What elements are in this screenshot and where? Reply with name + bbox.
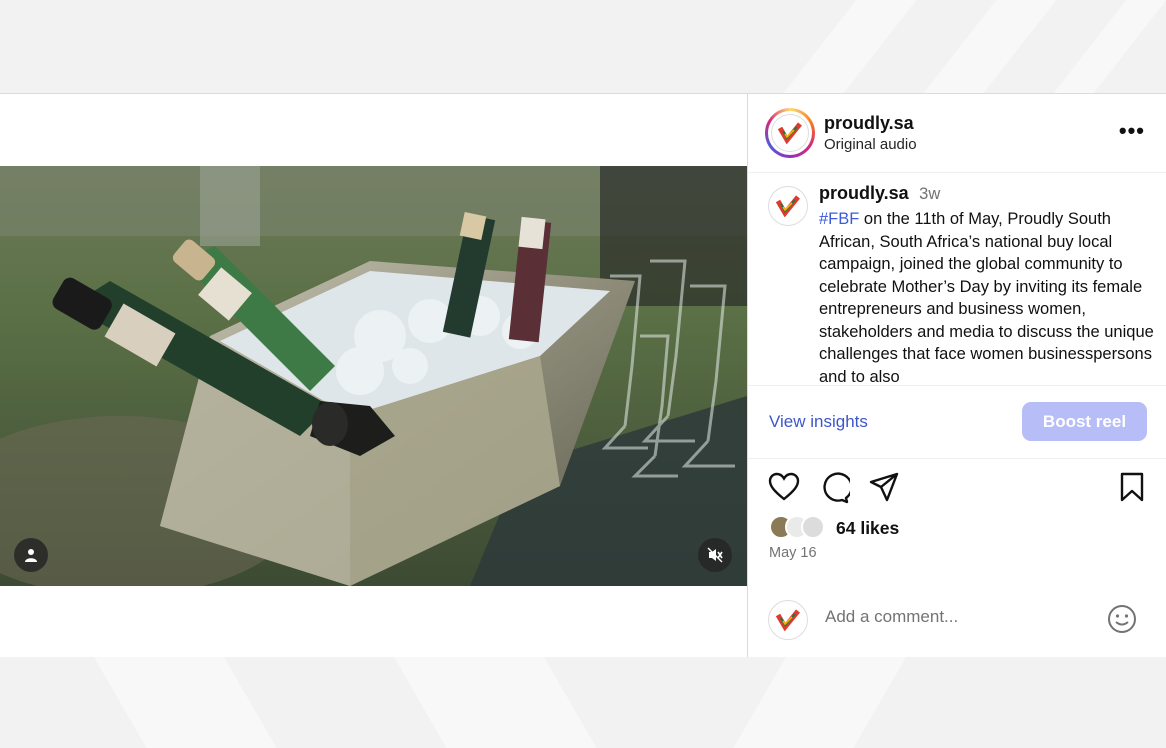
user-icon (24, 548, 38, 562)
caption-avatar[interactable] (768, 186, 808, 226)
background-stripe (93, 656, 277, 748)
boost-reel-button[interactable]: Boost reel (1022, 402, 1147, 441)
proudly-sa-logo-icon (776, 609, 800, 631)
background-stripe (923, 0, 1057, 93)
caption-header: proudly.sa 3w (819, 183, 940, 204)
media-pane (0, 94, 747, 657)
video-frame-illustration (0, 166, 747, 586)
profile-avatar[interactable] (765, 108, 815, 158)
caption-time: 3w (919, 185, 941, 203)
caption-text: #FBF on the 11th of May, Proudly South A… (819, 208, 1154, 386)
muted-speaker-icon (707, 547, 723, 563)
caption-body: on the 11th of May, Proudly South Africa… (819, 210, 1154, 386)
bookmark-icon[interactable] (1119, 472, 1145, 507)
comment-input[interactable]: Add a comment... (825, 607, 958, 627)
background-stripe (783, 0, 917, 93)
tagged-user-button[interactable] (14, 538, 48, 572)
more-options-button[interactable]: ••• (1119, 120, 1145, 142)
comment-bar: Add a comment... (748, 592, 1166, 644)
share-icon[interactable] (869, 472, 899, 507)
header-username[interactable]: proudly.sa (824, 113, 914, 134)
hashtag-link[interactable]: #FBF (819, 210, 859, 228)
proudly-sa-logo-icon (776, 195, 800, 217)
insights-bar: View insights Boost reel (748, 386, 1166, 459)
mute-toggle-button[interactable] (698, 538, 732, 572)
post-header: proudly.sa Original audio ••• (748, 94, 1166, 173)
background-stripe (393, 656, 597, 748)
caption-username[interactable]: proudly.sa (819, 183, 909, 203)
post-details-pane: proudly.sa Original audio ••• proudly.sa… (747, 94, 1166, 657)
likes-count[interactable]: 64 likes (836, 518, 899, 539)
reel-video[interactable] (0, 166, 747, 586)
audio-label[interactable]: Original audio (824, 136, 917, 153)
likes-row[interactable]: 64 likes (769, 515, 1149, 541)
action-icons-row (748, 472, 1166, 508)
emoji-icon[interactable] (1107, 604, 1137, 639)
post-modal: proudly.sa Original audio ••• proudly.sa… (0, 93, 1166, 657)
heart-icon[interactable] (768, 472, 800, 507)
caption-area: proudly.sa 3w #FBF on the 11th of May, P… (748, 173, 1166, 386)
comment-icon[interactable] (818, 472, 853, 509)
background-stripe (733, 656, 907, 748)
proudly-sa-logo-icon (771, 114, 809, 152)
background-stripe (1053, 0, 1166, 93)
commenter-avatar (768, 600, 808, 640)
liker-avatar (801, 515, 825, 539)
view-insights-link[interactable]: View insights (769, 412, 868, 432)
post-date: May 16 (769, 545, 817, 561)
